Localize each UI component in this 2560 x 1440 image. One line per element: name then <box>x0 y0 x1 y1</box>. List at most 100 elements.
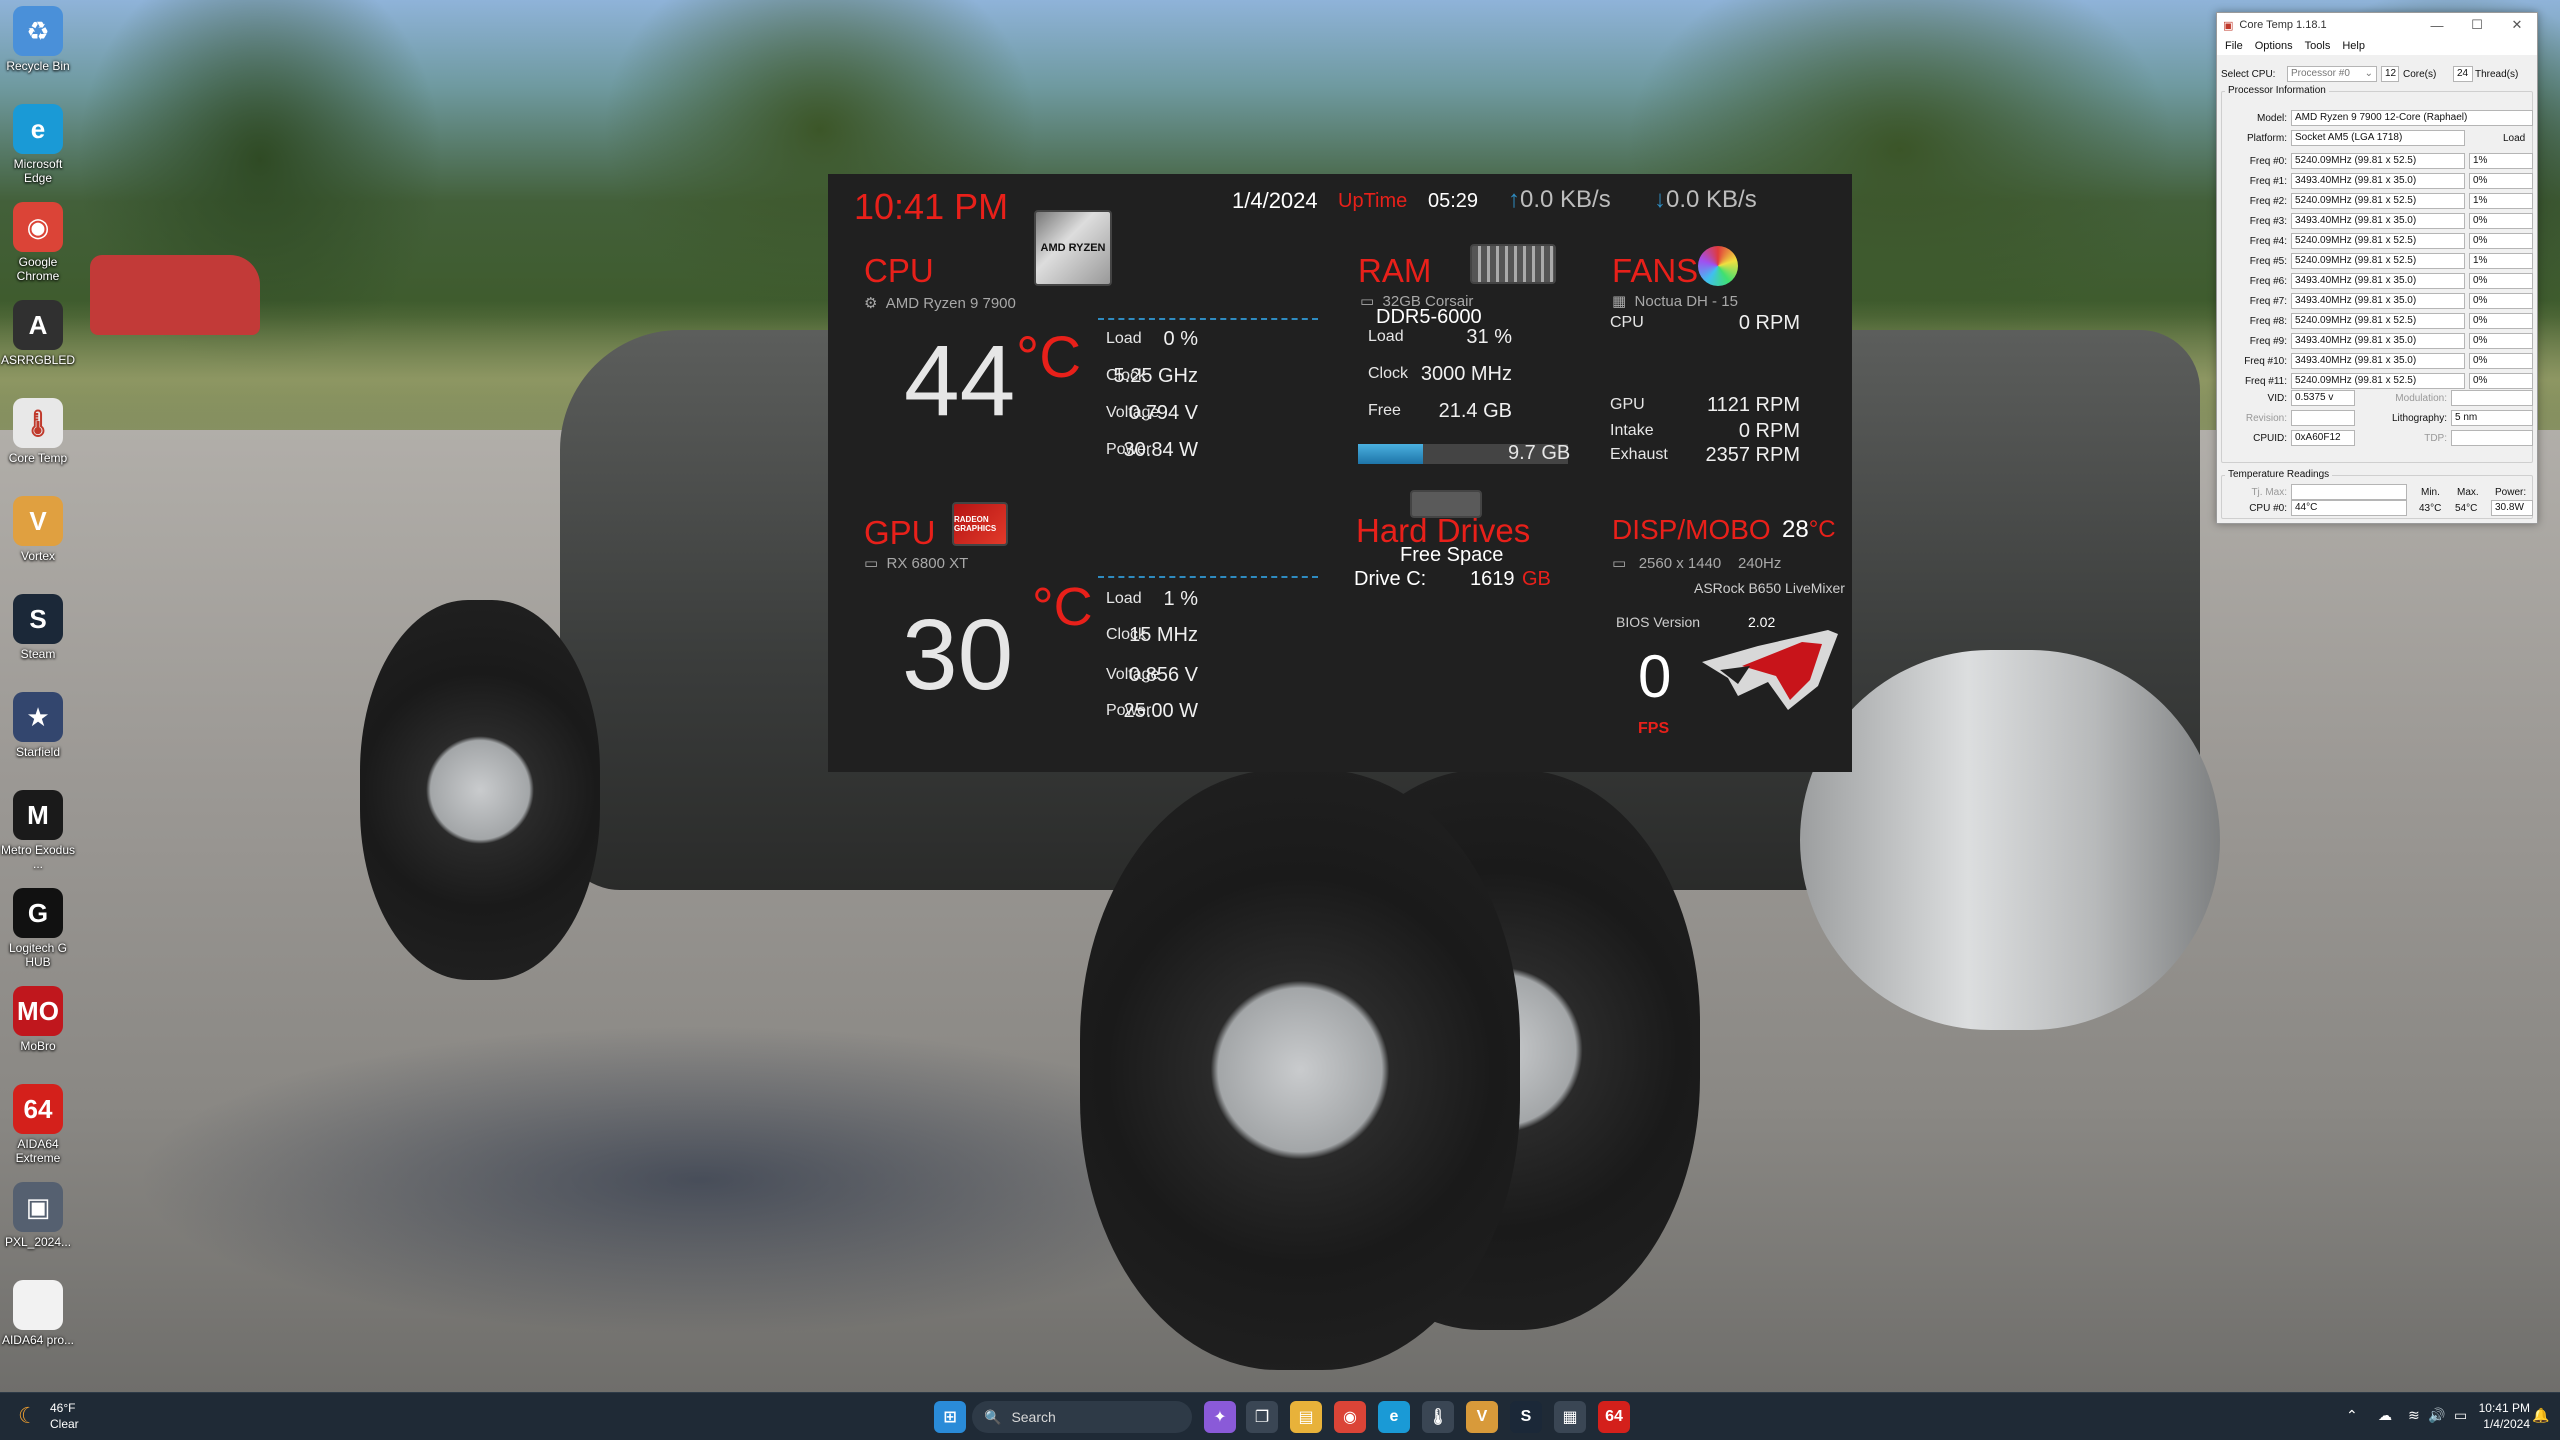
taskbar-search-box[interactable]: 🔍 Search <box>972 1401 1192 1433</box>
menu-help[interactable]: Help <box>2342 40 2365 52</box>
desktop-icon-document[interactable]: AIDA64 pro... <box>0 1274 76 1366</box>
taskbar-core-temp-button[interactable]: 🌡 <box>1422 1401 1454 1433</box>
desktop-icon-image-file[interactable]: ▣ PXL_2024... <box>0 1176 76 1268</box>
taskbar-file-explorer-button[interactable]: ▤ <box>1290 1401 1322 1433</box>
mobro-icon: MO <box>13 986 63 1036</box>
desktop-icon-label: Core Temp <box>8 451 68 465</box>
tdp-value <box>2451 430 2533 446</box>
desktop-icon-logitech-ghub[interactable]: G Logitech G HUB <box>0 882 76 974</box>
close-button[interactable]: ✕ <box>2497 17 2537 33</box>
taskbar-steam-button[interactable]: S <box>1510 1401 1542 1433</box>
desktop-icon-label: MoBro <box>20 1039 56 1053</box>
upload-speed: 0.0 KB/s <box>1520 186 1611 213</box>
freq-value: 5240.09MHz (99.81 x 52.5) <box>2291 253 2465 269</box>
ram-section-title: RAM <box>1358 252 1432 289</box>
volume-icon[interactable]: 🔊 <box>2428 1407 2445 1424</box>
desktop-icon-steam[interactable]: S Steam <box>0 588 76 680</box>
core-temp-titlebar[interactable]: ▣ Core Temp 1.18.1 — ☐ ✕ <box>2217 13 2537 37</box>
taskbar-task-view-button[interactable]: ❐ <box>1246 1401 1278 1433</box>
desktop-icon-label: AIDA64 Extreme <box>15 1137 61 1165</box>
desktop-icon-label: Starfield <box>15 745 61 759</box>
onedrive-icon[interactable]: ☁ <box>2378 1407 2392 1424</box>
select-cpu-dropdown[interactable]: Processor #0 ⌄ <box>2287 66 2377 82</box>
menu-options[interactable]: Options <box>2255 40 2293 52</box>
weather-moon-icon[interactable]: ☾ <box>18 1403 38 1429</box>
fans-cooler-name: Noctua DH - 15 <box>1634 293 1738 310</box>
lithography-label: Lithography: <box>2391 413 2447 424</box>
revision-label: Revision: <box>2245 413 2287 424</box>
rows-stat-label: CPU <box>1610 314 1644 331</box>
desktop-icon-vortex[interactable]: V Vortex <box>0 490 76 582</box>
taskbar-start-button[interactable]: ⊞ <box>934 1401 966 1433</box>
notification-bell-icon[interactable]: 🔔 <box>2532 1407 2549 1424</box>
desktop-icon-label: Recycle Bin <box>6 59 70 73</box>
steam-icon: S <box>1520 1408 1532 1425</box>
weather-temperature[interactable]: 46°F <box>50 1401 75 1415</box>
platform-label: Platform: <box>2246 133 2287 144</box>
cpu0-power: 30.8W <box>2491 500 2533 516</box>
desktop-icon-label: PXL_2024... <box>4 1235 72 1249</box>
chrome-icon: ◉ <box>13 202 63 252</box>
weather-description[interactable]: Clear <box>50 1417 79 1431</box>
modulation-value <box>2451 390 2533 406</box>
core-load-value: 0% <box>2469 353 2533 369</box>
core-load-value: 0% <box>2469 373 2533 389</box>
desktop-icon-core-temp[interactable]: 🌡 Core Temp <box>0 392 76 484</box>
taskbar-clock-time[interactable]: 10:41 PM <box>2470 1401 2530 1415</box>
desktop-icon-recycle-bin[interactable]: ♻ Recycle Bin <box>0 0 76 92</box>
desktop-icon-aida64[interactable]: 64 AIDA64 Extreme <box>0 1078 76 1170</box>
min-header: Min. <box>2421 487 2440 498</box>
freq-label: Freq #9: <box>2249 336 2287 347</box>
fps-value: 0 <box>1638 643 1672 710</box>
taskbar-copilot-button[interactable]: ✦ <box>1204 1401 1236 1433</box>
maximize-button[interactable]: ☐ <box>2457 17 2497 33</box>
starfield-icon: ★ <box>13 692 63 742</box>
file-explorer-icon: ▤ <box>1298 1409 1314 1426</box>
minimize-button[interactable]: — <box>2417 18 2457 33</box>
freq-label: Freq #5: <box>2249 256 2287 267</box>
display-resolution: 2560 x 1440 <box>1638 555 1722 572</box>
desktop-icon-metro-exodus[interactable]: M Metro Exodus ... <box>0 784 76 876</box>
platform-value: Socket AM5 (LGA 1718) <box>2291 130 2465 146</box>
rog-logo-icon <box>1702 630 1838 710</box>
freq-label: Freq #11: <box>2244 376 2287 387</box>
wifi-icon[interactable]: ≋ <box>2408 1407 2420 1424</box>
desktop-icon-starfield[interactable]: ★ Starfield <box>0 686 76 778</box>
desktop-icon-asrock-rgb[interactable]: A ASRRGBLED <box>0 294 76 386</box>
taskbar-calculator-button[interactable]: ▦ <box>1554 1401 1586 1433</box>
thread-count: 24 <box>2453 66 2473 82</box>
taskbar-edge-button[interactable]: e <box>1378 1401 1410 1433</box>
battery-icon[interactable]: ▭ <box>2454 1407 2467 1424</box>
menu-tools[interactable]: Tools <box>2305 40 2331 52</box>
core-temp-menubar: File Options Tools Help <box>2217 37 2537 55</box>
vid-label: VID: <box>2267 393 2287 404</box>
taskbar-vortex-button[interactable]: V <box>1466 1401 1498 1433</box>
show-hidden-icons-chevron-icon[interactable]: ⌃ <box>2346 1407 2358 1424</box>
menu-file[interactable]: File <box>2225 40 2243 52</box>
desktop-icon-edge[interactable]: e Microsoft Edge <box>0 98 76 190</box>
vid-value: 0.5375 v <box>2291 390 2355 406</box>
taskbar-chrome-button[interactable]: ◉ <box>1334 1401 1366 1433</box>
tjmax-value <box>2291 484 2407 500</box>
drive-c-label: Drive C: <box>1354 568 1427 590</box>
cpuid-value: 0xA60F12 <box>2291 430 2355 446</box>
core-temp-window: ▣ Core Temp 1.18.1 — ☐ ✕ File Options Tool… <box>2216 12 2538 524</box>
freq-label: Freq #2: <box>2249 196 2287 207</box>
edge-icon: e <box>1389 1408 1399 1425</box>
tjmax-label: Tj. Max: <box>2251 487 2287 498</box>
rows-stat-value: 5.25 GHz <box>1113 365 1198 387</box>
cores-label: Core(s) <box>2403 69 2437 80</box>
cpu0-label: CPU #0: <box>2249 503 2287 514</box>
modulation-label: Modulation: <box>2395 393 2447 404</box>
desktop-icon-label: Logitech G HUB <box>8 941 68 969</box>
freq-value: 3493.40MHz (99.81 x 35.0) <box>2291 273 2465 289</box>
cpu-gear-icon: ⚙ <box>864 295 878 312</box>
taskbar-clock-date[interactable]: 1/4/2024 <box>2470 1417 2530 1431</box>
vortex-icon: V <box>1476 1408 1488 1425</box>
desktop-icon-chrome[interactable]: ◉ Google Chrome <box>0 196 76 288</box>
desktop-icon-mobro[interactable]: MO MoBro <box>0 980 76 1072</box>
rows-stat-value: 1121 RPM <box>1706 394 1800 416</box>
rows-stat-value: 0.856 V <box>1129 664 1198 686</box>
freq-value: 3493.40MHz (99.81 x 35.0) <box>2291 333 2465 349</box>
taskbar-aida64-button[interactable]: 64 <box>1598 1401 1630 1433</box>
